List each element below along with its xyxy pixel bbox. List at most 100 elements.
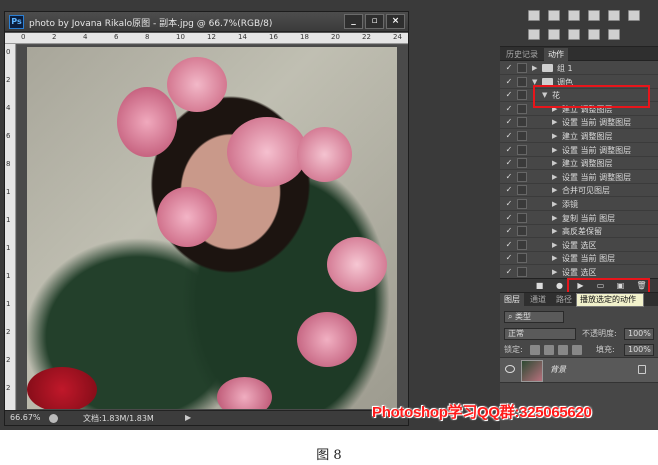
action-row[interactable]: ✓ ▶ 设置 当前 调整图层 [500, 171, 658, 184]
minimize-button[interactable]: _ [344, 14, 363, 29]
adjustment-icon[interactable] [588, 29, 600, 40]
action-toggle-checkmark-icon[interactable]: ✓ [504, 226, 514, 236]
action-row[interactable]: ✓ ▶ 设置 当前 调整图层 [500, 116, 658, 130]
expand-right-icon[interactable]: ▶ [552, 213, 557, 223]
vertical-ruler[interactable]: 0 2 4 6 8 1 1 1 1 1 2 2 2 [5, 44, 16, 411]
stop-icon[interactable]: ■ [534, 281, 545, 291]
document-window[interactable]: Ps photo by Jovana Rikalo原图 - 副本.jpg @ 6… [4, 11, 409, 426]
layer-row-background[interactable]: 背景 [500, 357, 658, 383]
action-row[interactable]: ✓ ▶ 组 1 [500, 62, 658, 75]
status-menu-arrow-icon[interactable]: ▶ [185, 413, 191, 422]
info-icon[interactable] [49, 414, 58, 423]
photo-canvas[interactable] [27, 47, 397, 409]
action-row[interactable]: ✓ ▶ 建立 调整图层 [500, 157, 658, 171]
dialog-toggle-box[interactable] [517, 76, 527, 87]
dialog-toggle-box[interactable] [517, 158, 527, 169]
adjustment-icon[interactable] [568, 29, 580, 40]
dialog-toggle-box[interactable] [517, 90, 527, 101]
tab-history[interactable]: 历史记录 [502, 48, 542, 61]
dialog-toggle-box[interactable] [517, 117, 527, 128]
ruler-tick-label: 14 [238, 33, 247, 41]
blend-mode-select[interactable]: 正常 [504, 328, 576, 340]
expand-right-icon[interactable]: ▶ [552, 253, 557, 263]
dialog-toggle-box[interactable] [517, 131, 527, 141]
zoom-level[interactable]: 66.67% [10, 413, 41, 422]
action-row[interactable]: ✓ ▶ 建立 调整图层 [500, 130, 658, 143]
action-toggle-checkmark-icon[interactable]: ✓ [504, 145, 514, 155]
action-row[interactable]: ✓ ▶ 复制 当前 图层 [500, 212, 658, 225]
adjustment-icon[interactable] [528, 29, 540, 40]
action-toggle-checkmark-icon[interactable]: ✓ [504, 158, 514, 168]
dialog-toggle-box[interactable] [517, 171, 527, 182]
action-label: 建立 调整图层 [562, 132, 613, 141]
expand-right-icon[interactable]: ▶ [552, 199, 557, 209]
action-toggle-checkmark-icon[interactable]: ✓ [504, 63, 514, 73]
lock-image-icon[interactable] [544, 345, 554, 355]
horizontal-ruler[interactable]: 0 2 4 6 8 10 12 14 16 18 20 22 24 [5, 33, 408, 44]
action-row[interactable]: ✓ ▶ 设置 当前 图层 [500, 252, 658, 266]
adjustment-icon[interactable] [548, 29, 560, 40]
action-toggle-checkmark-icon[interactable]: ✓ [504, 77, 514, 87]
tab-actions[interactable]: 动作 [544, 48, 568, 61]
expand-right-icon[interactable]: ▶ [552, 145, 557, 155]
expand-right-icon[interactable]: ▶ [552, 158, 557, 168]
adjustment-icon[interactable] [588, 10, 600, 21]
action-toggle-checkmark-icon[interactable]: ✓ [504, 199, 514, 209]
filter-kind-select[interactable]: ⌕ 类型 [504, 311, 564, 323]
tab-layers[interactable]: 图层 [500, 293, 524, 306]
lock-transparent-icon[interactable] [530, 345, 540, 355]
action-toggle-checkmark-icon[interactable]: ✓ [504, 117, 514, 127]
dialog-toggle-box[interactable] [517, 253, 527, 264]
expand-right-icon[interactable]: ▶ [552, 267, 557, 277]
tab-channels[interactable]: 通道 [526, 293, 550, 306]
dialog-toggle-box[interactable] [517, 267, 527, 277]
lock-all-icon[interactable] [572, 345, 582, 355]
canvas-area[interactable] [17, 45, 408, 411]
dialog-toggle-box[interactable] [517, 212, 527, 223]
expand-right-icon[interactable]: ▶ [552, 172, 557, 182]
action-toggle-checkmark-icon[interactable]: ✓ [504, 253, 514, 263]
expand-right-icon[interactable]: ▶ [552, 131, 557, 141]
document-titlebar[interactable]: Ps photo by Jovana Rikalo原图 - 副本.jpg @ 6… [5, 12, 408, 32]
expand-right-icon[interactable]: ▶ [532, 63, 537, 73]
action-toggle-checkmark-icon[interactable]: ✓ [504, 104, 514, 114]
action-row[interactable]: ✓ ▶ 设置 当前 调整图层 [500, 144, 658, 157]
action-toggle-checkmark-icon[interactable]: ✓ [504, 213, 514, 223]
lock-position-icon[interactable] [558, 345, 568, 355]
dialog-toggle-box[interactable] [517, 239, 527, 250]
action-toggle-checkmark-icon[interactable]: ✓ [504, 240, 514, 250]
action-toggle-checkmark-icon[interactable]: ✓ [504, 185, 514, 195]
adjustment-icon[interactable] [568, 10, 580, 21]
expand-right-icon[interactable]: ▶ [552, 117, 557, 127]
action-row[interactable]: ✓ ▶ 设置 选区 [500, 239, 658, 252]
close-button[interactable]: × [386, 14, 405, 29]
opacity-input[interactable]: 100% [624, 328, 654, 340]
expand-right-icon[interactable]: ▶ [552, 240, 557, 250]
tab-paths[interactable]: 路径 [552, 293, 576, 306]
action-toggle-checkmark-icon[interactable]: ✓ [504, 131, 514, 141]
dialog-toggle-box[interactable] [517, 63, 527, 73]
adjustment-icon[interactable] [608, 10, 620, 21]
action-toggle-checkmark-icon[interactable]: ✓ [504, 90, 514, 100]
ruler-tick-label: 8 [145, 33, 150, 41]
action-row[interactable]: ✓ ▶ 高反差保留 [500, 225, 658, 239]
eye-icon[interactable] [505, 365, 515, 373]
adjustment-icon[interactable] [528, 10, 540, 21]
dialog-toggle-box[interactable] [517, 226, 527, 237]
adjustment-icon[interactable] [628, 10, 640, 21]
fill-input[interactable]: 100% [624, 344, 654, 356]
maximize-button[interactable]: ▫ [365, 14, 384, 29]
expand-right-icon[interactable]: ▶ [552, 185, 557, 195]
dialog-toggle-box[interactable] [517, 103, 527, 114]
expand-right-icon[interactable]: ▶ [552, 226, 557, 236]
action-row[interactable]: ✓ ▶ 添镜 [500, 198, 658, 211]
dialog-toggle-box[interactable] [517, 144, 527, 155]
record-icon[interactable]: ● [554, 281, 565, 291]
action-row[interactable]: ✓ ▶ 合并可见图层 [500, 184, 658, 198]
dialog-toggle-box[interactable] [517, 199, 527, 209]
action-toggle-checkmark-icon[interactable]: ✓ [504, 172, 514, 182]
adjustment-icon[interactable] [548, 10, 560, 21]
adjustment-icon[interactable] [608, 29, 620, 40]
action-toggle-checkmark-icon[interactable]: ✓ [504, 267, 514, 277]
dialog-toggle-box[interactable] [517, 185, 527, 196]
